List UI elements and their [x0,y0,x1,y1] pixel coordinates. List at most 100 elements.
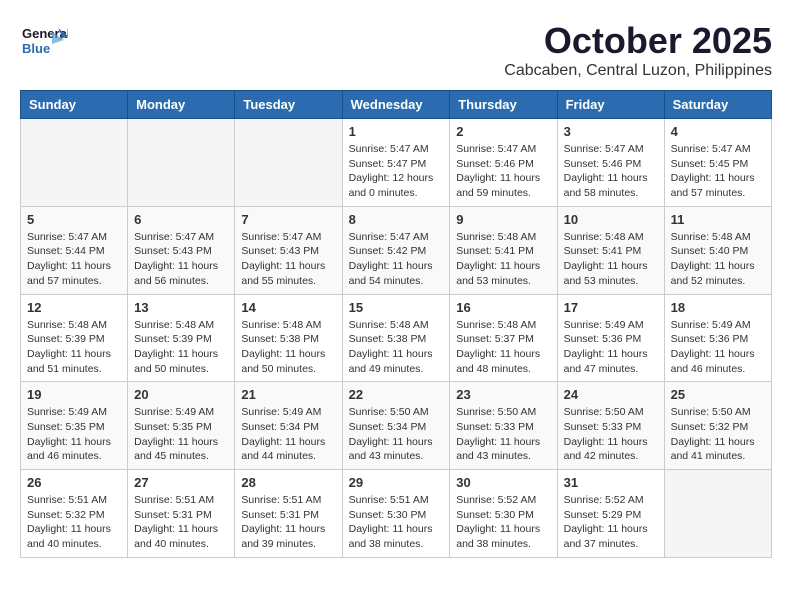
calendar-day-cell: 19 Sunrise: 5:49 AMSunset: 5:35 PMDayligh… [21,382,128,470]
day-info: Sunrise: 5:51 AMSunset: 5:32 PMDaylight:… [27,493,121,552]
day-of-week-header: Wednesday [342,91,450,119]
calendar-day-cell [128,119,235,207]
day-number: 31 [564,475,658,490]
day-number: 16 [456,300,550,315]
calendar-day-cell: 8Sunrise: 5:47 AMSunset: 5:42 PMDaylight… [342,206,450,294]
calendar-week-row: 19 Sunrise: 5:49 AMSunset: 5:35 PMDayligh… [21,382,772,470]
day-number: 10 [564,212,658,227]
day-info: Sunrise: 5:52 AMSunset: 5:29 PMDaylight:… [564,493,658,552]
day-info: Sunrise: 5:51 AMSunset: 5:30 PMDaylight:… [349,493,444,552]
day-number: 19 [27,387,121,402]
day-number: 13 [134,300,228,315]
day-number: 28 [241,475,335,490]
calendar-table: SundayMondayTuesdayWednesdayThursdayFrid… [20,90,772,558]
calendar-day-cell: 21 Sunrise: 5:49 AMSunset: 5:34 PMDayligh… [235,382,342,470]
calendar-day-cell: 10 Sunrise: 5:48 AMSunset: 5:41 PMDayligh… [557,206,664,294]
page-header: General Blue October 2025 Cabcaben, Cent… [20,20,772,80]
calendar-day-cell: 1 Sunrise: 5:47 AMSunset: 5:47 PMDaylight… [342,119,450,207]
calendar-day-cell [664,470,771,558]
calendar-day-cell: 24 Sunrise: 5:50 AMSunset: 5:33 PMDayligh… [557,382,664,470]
day-number: 17 [564,300,658,315]
day-number: 23 [456,387,550,402]
day-info: Sunrise: 5:49 AMSunset: 5:36 PMDaylight:… [671,318,765,377]
calendar-day-cell: 28 Sunrise: 5:51 AMSunset: 5:31 PMDayligh… [235,470,342,558]
day-info: Sunrise: 5:48 AMSunset: 5:41 PMDaylight:… [564,230,658,289]
day-number: 24 [564,387,658,402]
calendar-day-cell: 2 Sunrise: 5:47 AMSunset: 5:46 PMDaylight… [450,119,557,207]
day-info: Sunrise: 5:48 AMSunset: 5:38 PMDaylight:… [241,318,335,377]
day-number: 5 [27,212,121,227]
day-info: Sunrise: 5:48 AMSunset: 5:39 PMDaylight:… [27,318,121,377]
day-number: 21 [241,387,335,402]
calendar-day-cell [21,119,128,207]
day-number: 18 [671,300,765,315]
day-info: Sunrise: 5:47 AMSunset: 5:46 PMDaylight:… [456,142,550,201]
day-number: 27 [134,475,228,490]
day-info: Sunrise: 5:50 AMSunset: 5:32 PMDaylight:… [671,405,765,464]
calendar-day-cell: 27Sunrise: 5:51 AMSunset: 5:31 PMDayligh… [128,470,235,558]
day-number: 20 [134,387,228,402]
day-number: 30 [456,475,550,490]
calendar-day-cell: 14 Sunrise: 5:48 AMSunset: 5:38 PMDayligh… [235,294,342,382]
logo: General Blue [20,20,70,60]
svg-text:Blue: Blue [22,41,50,56]
calendar-day-cell: 3 Sunrise: 5:47 AMSunset: 5:46 PMDaylight… [557,119,664,207]
calendar-day-cell: 16Sunrise: 5:48 AMSunset: 5:37 PMDayligh… [450,294,557,382]
calendar-day-cell [235,119,342,207]
day-info: Sunrise: 5:47 AMSunset: 5:44 PMDaylight:… [27,230,121,289]
day-number: 6 [134,212,228,227]
logo-icon: General Blue [20,20,68,60]
calendar-week-row: 1 Sunrise: 5:47 AMSunset: 5:47 PMDaylight… [21,119,772,207]
day-number: 25 [671,387,765,402]
day-info: Sunrise: 5:49 AMSunset: 5:34 PMDaylight:… [241,405,335,464]
day-info: Sunrise: 5:48 AMSunset: 5:41 PMDaylight:… [456,230,550,289]
calendar-day-cell: 17 Sunrise: 5:49 AMSunset: 5:36 PMDayligh… [557,294,664,382]
calendar-day-cell: 13 Sunrise: 5:48 AMSunset: 5:39 PMDayligh… [128,294,235,382]
day-number: 9 [456,212,550,227]
calendar-day-cell: 26 Sunrise: 5:51 AMSunset: 5:32 PMDayligh… [21,470,128,558]
day-number: 2 [456,124,550,139]
day-number: 7 [241,212,335,227]
day-info: Sunrise: 5:51 AMSunset: 5:31 PMDaylight:… [241,493,335,552]
day-number: 26 [27,475,121,490]
calendar-day-cell: 18 Sunrise: 5:49 AMSunset: 5:36 PMDayligh… [664,294,771,382]
calendar-week-row: 5 Sunrise: 5:47 AMSunset: 5:44 PMDaylight… [21,206,772,294]
day-info: Sunrise: 5:49 AMSunset: 5:35 PMDaylight:… [134,405,228,464]
calendar-day-cell: 4 Sunrise: 5:47 AMSunset: 5:45 PMDaylight… [664,119,771,207]
day-info: Sunrise: 5:52 AMSunset: 5:30 PMDaylight:… [456,493,550,552]
day-of-week-header: Monday [128,91,235,119]
calendar-header-row: SundayMondayTuesdayWednesdayThursdayFrid… [21,91,772,119]
day-info: Sunrise: 5:50 AMSunset: 5:34 PMDaylight:… [349,405,444,464]
day-number: 1 [349,124,444,139]
calendar-day-cell: 29Sunrise: 5:51 AMSunset: 5:30 PMDayligh… [342,470,450,558]
calendar-day-cell: 9 Sunrise: 5:48 AMSunset: 5:41 PMDaylight… [450,206,557,294]
day-number: 8 [349,212,444,227]
day-info: Sunrise: 5:47 AMSunset: 5:46 PMDaylight:… [564,142,658,201]
day-info: Sunrise: 5:49 AMSunset: 5:36 PMDaylight:… [564,318,658,377]
day-number: 15 [349,300,444,315]
calendar-day-cell: 12 Sunrise: 5:48 AMSunset: 5:39 PMDayligh… [21,294,128,382]
calendar-day-cell: 25 Sunrise: 5:50 AMSunset: 5:32 PMDayligh… [664,382,771,470]
day-info: Sunrise: 5:48 AMSunset: 5:38 PMDaylight:… [349,318,444,377]
day-number: 4 [671,124,765,139]
day-info: Sunrise: 5:50 AMSunset: 5:33 PMDaylight:… [564,405,658,464]
calendar-day-cell: 11Sunrise: 5:48 AMSunset: 5:40 PMDayligh… [664,206,771,294]
day-number: 3 [564,124,658,139]
calendar-day-cell: 5 Sunrise: 5:47 AMSunset: 5:44 PMDaylight… [21,206,128,294]
calendar-day-cell: 31 Sunrise: 5:52 AMSunset: 5:29 PMDayligh… [557,470,664,558]
calendar-day-cell: 7 Sunrise: 5:47 AMSunset: 5:43 PMDaylight… [235,206,342,294]
calendar-week-row: 12 Sunrise: 5:48 AMSunset: 5:39 PMDayligh… [21,294,772,382]
day-of-week-header: Saturday [664,91,771,119]
calendar-day-cell: 15 Sunrise: 5:48 AMSunset: 5:38 PMDayligh… [342,294,450,382]
day-info: Sunrise: 5:47 AMSunset: 5:43 PMDaylight:… [241,230,335,289]
day-info: Sunrise: 5:50 AMSunset: 5:33 PMDaylight:… [456,405,550,464]
day-info: Sunrise: 5:49 AMSunset: 5:35 PMDaylight:… [27,405,121,464]
month-title: October 2025 [504,20,772,62]
calendar-day-cell: 22Sunrise: 5:50 AMSunset: 5:34 PMDayligh… [342,382,450,470]
day-info: Sunrise: 5:47 AMSunset: 5:47 PMDaylight:… [349,142,444,201]
day-number: 12 [27,300,121,315]
calendar-week-row: 26 Sunrise: 5:51 AMSunset: 5:32 PMDayligh… [21,470,772,558]
day-info: Sunrise: 5:47 AMSunset: 5:45 PMDaylight:… [671,142,765,201]
day-info: Sunrise: 5:48 AMSunset: 5:39 PMDaylight:… [134,318,228,377]
day-number: 14 [241,300,335,315]
